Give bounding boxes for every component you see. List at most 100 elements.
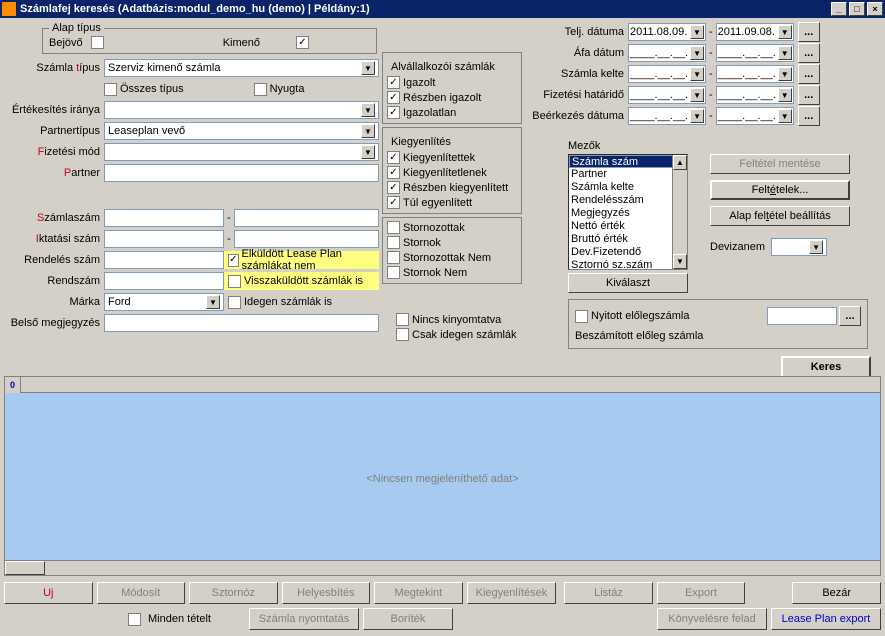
idegen-checkbox[interactable] [228,296,241,309]
kivalaszt-button[interactable]: Kiválaszt [568,273,688,293]
helyesbites-button[interactable]: Helyesbítés [282,582,371,604]
nyomtat-button[interactable]: Számla nyomtatás [249,608,359,630]
s2-checkbox[interactable] [387,236,400,249]
maximize-button[interactable]: □ [849,2,865,16]
fiz-to[interactable]: ____.__.__.▼ [716,86,794,104]
beerk-reset-button[interactable]: ... [798,106,820,126]
szamlaszam-input1[interactable] [104,209,224,227]
feltetel-mentese-button[interactable]: Feltétel mentése [710,154,850,174]
list-item[interactable]: Nettó érték [569,220,687,233]
results-hscroll[interactable] [5,560,880,575]
dropdown-arrow-icon: ▼ [690,46,704,60]
alaptipus-group: Alap típus Bejövő Kimenő [42,22,377,54]
konyv-button[interactable]: Könyvelésre felad [657,608,767,630]
boritek-button[interactable]: Boríték [363,608,453,630]
dropdown-arrow-icon: ▼ [361,124,375,138]
nyitott-input[interactable] [767,307,837,325]
fiz-from[interactable]: ____.__.__.▼ [628,86,706,104]
rendszam-input[interactable] [104,272,224,290]
beerk-to[interactable]: ____.__.__.▼ [716,107,794,125]
nyitott-lookup-button[interactable]: ... [839,306,861,326]
list-item[interactable]: Sztornó sz.szám [569,259,687,270]
belso-input[interactable] [104,314,379,332]
lease-button[interactable]: Lease Plan export [771,608,881,630]
fiz-reset-button[interactable]: ... [798,85,820,105]
telj-reset-button[interactable]: ... [798,22,820,42]
k3-checkbox[interactable] [387,181,400,194]
devizanem-select[interactable]: ▼ [771,238,827,256]
dropdown-arrow-icon: ▼ [778,109,792,123]
telj-to[interactable]: 2011.09.08.▼ [716,23,794,41]
szamlaszam-label: Számlaszám [4,212,104,224]
vissza-checkbox[interactable] [228,275,241,288]
kelte-reset-button[interactable]: ... [798,64,820,84]
osszes-checkbox[interactable] [104,83,117,96]
k1-checkbox[interactable] [387,151,400,164]
rendeles-input[interactable] [104,251,224,269]
scroll-up-icon[interactable]: ▲ [673,155,687,170]
list-item[interactable]: Dev.Fizetendő [569,246,687,259]
fizmod-select[interactable]: ▼ [104,143,379,161]
list-item[interactable]: Bruttó érték [569,233,687,246]
iktatasi-input1[interactable] [104,230,224,248]
listbox-scrollbar[interactable]: ▲ ▼ [672,155,687,269]
igazolatlan-checkbox[interactable] [387,106,400,119]
kimeno-checkbox[interactable] [296,36,309,49]
fizmod-label: Fizetési mód [4,146,104,158]
bezar-button[interactable]: Bezár [792,582,881,604]
kelte-from[interactable]: ____.__.__.▼ [628,65,706,83]
reszben-igazolt-checkbox[interactable] [387,91,400,104]
mezok-listbox[interactable]: Számla szám Partner Számla kelte Rendelé… [568,154,688,270]
partnertipus-select[interactable]: Leaseplan vevő▼ [104,122,379,140]
csak-checkbox[interactable] [396,328,409,341]
modosit-button[interactable]: Módosít [97,582,186,604]
list-item[interactable]: Rendelésszám [569,194,687,207]
dropdown-arrow-icon: ▼ [361,61,375,75]
sztornoz-button[interactable]: Sztornóz [189,582,278,604]
feltetelek-button[interactable]: Feltételek... [710,180,850,200]
s1-checkbox[interactable] [387,221,400,234]
minimize-button[interactable]: _ [831,2,847,16]
afa-reset-button[interactable]: ... [798,43,820,63]
bejovo-checkbox[interactable] [91,36,104,49]
results-grid[interactable]: 0 <Nincsen megjeleníthető adat> [4,376,881,576]
list-item[interactable]: Számla szám [569,155,687,168]
keres-button[interactable]: Keres [781,356,871,378]
nincs-checkbox[interactable] [396,313,409,326]
s3-checkbox[interactable] [387,251,400,264]
partner-input[interactable] [104,164,379,182]
marka-select[interactable]: Ford▼ [104,293,224,311]
szamlaszam-input2[interactable] [234,209,379,227]
afa-from[interactable]: ____.__.__.▼ [628,44,706,62]
list-item[interactable]: Partner [569,168,687,181]
megtekint-button[interactable]: Megtekint [374,582,463,604]
elk-label: Elküldött Lease Plan számlákat nem [242,248,379,272]
kelte-to[interactable]: ____.__.__.▼ [716,65,794,83]
beszamitott-label: Beszámított előleg számla [575,330,861,342]
kiegy-button[interactable]: Kiegyenlítések [467,582,557,604]
alap-feltetel-button[interactable]: Alap feltétel beállítás [710,206,850,226]
close-button[interactable]: × [867,2,883,16]
nyugta-checkbox[interactable] [254,83,267,96]
list-item[interactable]: Számla kelte [569,181,687,194]
beerk-from[interactable]: ____.__.__.▼ [628,107,706,125]
telj-from[interactable]: 2011.08.09.▼ [628,23,706,41]
dropdown-arrow-icon: ▼ [778,67,792,81]
listaz-button[interactable]: Listáz [564,582,653,604]
elk-checkbox[interactable] [228,254,239,267]
nyitott-checkbox[interactable] [575,310,588,323]
storno-group: Stornozottak Stornok Stornozottak Nem St… [382,217,522,284]
iktatasi-input2[interactable] [234,230,379,248]
igazolt-checkbox[interactable] [387,76,400,89]
export-button[interactable]: Export [657,582,746,604]
afa-to[interactable]: ____.__.__.▼ [716,44,794,62]
k4-checkbox[interactable] [387,196,400,209]
minden-checkbox[interactable] [128,613,141,626]
ertekesites-select[interactable]: ▼ [104,101,379,119]
k2-checkbox[interactable] [387,166,400,179]
uj-button[interactable]: Uj [4,582,93,604]
list-item[interactable]: Megjegyzés [569,207,687,220]
scroll-down-icon[interactable]: ▼ [673,254,687,269]
s4-checkbox[interactable] [387,266,400,279]
szamlatipus-select[interactable]: Szerviz kimenő számla▼ [104,59,379,77]
